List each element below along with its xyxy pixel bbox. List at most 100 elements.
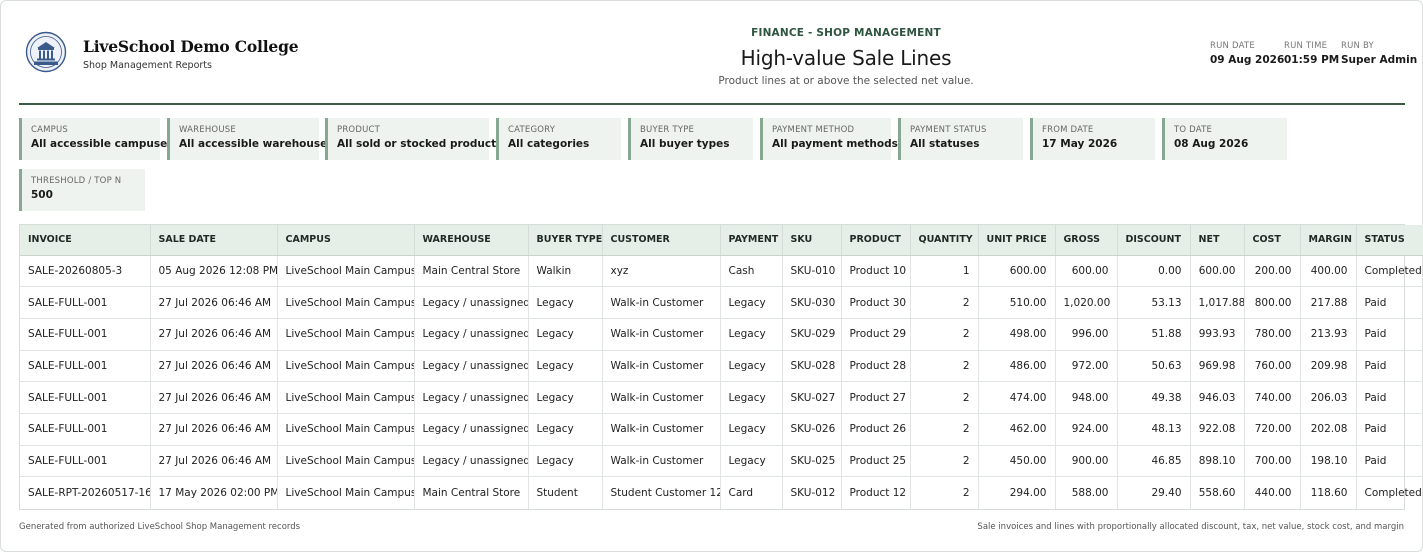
table-cell: SKU-027 <box>782 381 842 414</box>
table-cell: Legacy <box>528 318 603 351</box>
table-cell: 924.00 <box>1055 413 1118 446</box>
table-cell: Legacy <box>528 445 603 478</box>
table-cell: 49.38 <box>1117 381 1191 414</box>
filter-campus: CAMPUS All accessible campuses <box>19 118 174 160</box>
table-cell: SALE-FULL-001 <box>20 286 151 319</box>
column-header: QUANTITY <box>910 225 979 256</box>
table-cell: 51.88 <box>1117 318 1191 351</box>
filter-label: TO DATE <box>1174 125 1213 135</box>
table-row: SALE-FULL-001 27 Jul 2026 06:46 AM LiveSch… <box>20 318 1423 351</box>
table-cell: 27 Jul 2026 06:46 AM <box>150 318 278 351</box>
footer-note-left: Generated from authorized LiveSchool Sho… <box>19 522 301 532</box>
table-cell: Product 30 <box>841 286 911 319</box>
table-cell: Product 10 <box>841 255 911 288</box>
column-header: INVOICE <box>20 225 151 256</box>
table-cell: LiveSchool Main Campus <box>277 350 415 383</box>
table-cell: 400.00 <box>1300 255 1357 288</box>
table-cell: 510.00 <box>978 286 1056 319</box>
column-header: COST <box>1244 225 1301 256</box>
report-page: LiveSchool Demo College Shop Management … <box>0 0 1423 552</box>
table-row: SALE-FULL-001 27 Jul 2026 06:46 AM LiveSch… <box>20 413 1423 446</box>
filter-payment-status: PAYMENT STATUS All statuses <box>898 118 1023 160</box>
table-cell: Legacy <box>528 381 603 414</box>
table-cell: 740.00 <box>1244 381 1301 414</box>
table-cell: SALE-FULL-001 <box>20 318 151 351</box>
filter-value: All accessible warehouses <box>179 138 334 150</box>
table-cell: Product 27 <box>841 381 911 414</box>
filter-value: All buyer types <box>640 138 730 150</box>
table-cell: Card <box>720 476 783 509</box>
column-header: BUYER TYPE <box>528 225 603 256</box>
column-header: SALE DATE <box>150 225 278 256</box>
column-header: PRODUCT <box>841 225 911 256</box>
run-by-label: RUN BY <box>1341 41 1374 51</box>
filter-product: PRODUCT All sold or stocked products <box>325 118 503 160</box>
table-cell: Walk-in Customer <box>602 445 721 478</box>
table-cell: Legacy / unassigned <box>414 413 529 446</box>
table-cell: Legacy <box>720 286 783 319</box>
table-cell: SALE-FULL-001 <box>20 350 151 383</box>
filter-value: All sold or stocked products <box>337 138 503 150</box>
table-cell: Legacy / unassigned <box>414 286 529 319</box>
table-cell: 50.63 <box>1117 350 1191 383</box>
table-cell: 588.00 <box>1055 476 1118 509</box>
table-cell: SKU-012 <box>782 476 842 509</box>
table-cell: Legacy <box>720 413 783 446</box>
table-cell: Completed <box>1364 486 1422 499</box>
table-cell: 48.13 <box>1117 413 1191 446</box>
table-cell: 2 <box>910 381 979 414</box>
table-cell: Main Central Store <box>414 476 529 509</box>
sale-lines-table: INVOICE SALE DATE CAMPUS WAREHOUSE BUYER… <box>19 224 1423 510</box>
table-cell: Paid <box>1356 381 1423 414</box>
table-cell: Completed <box>1356 255 1423 288</box>
filter-label: FROM DATE <box>1042 125 1094 135</box>
filter-label: THRESHOLD / TOP N <box>31 176 122 186</box>
table-cell: Legacy / unassigned <box>414 350 529 383</box>
table-row: SALE-FULL-001 27 Jul 2026 06:46 AM LiveSch… <box>20 286 1423 319</box>
table-cell: Paid <box>1356 413 1423 446</box>
table-cell: 760.00 <box>1244 350 1301 383</box>
table-cell: Walk-in Customer <box>602 350 721 383</box>
filter-payment-method: PAYMENT METHOD All payment methods <box>760 118 898 160</box>
table-cell: 206.03 <box>1300 381 1357 414</box>
table-cell: 213.93 <box>1300 318 1357 351</box>
run-date: RUN DATE 09 Aug 2026 <box>1210 41 1284 66</box>
table-cell: Walkin <box>528 255 603 288</box>
run-by-value: Super Admin <box>1341 54 1418 66</box>
filter-category: CATEGORY All categories <box>496 118 621 160</box>
column-header: WAREHOUSE <box>414 225 529 256</box>
table-cell: 558.60 <box>1190 476 1245 509</box>
table-cell: 993.93 <box>1190 318 1245 351</box>
column-header: NET <box>1190 225 1245 256</box>
table-cell: 118.60 <box>1300 476 1357 509</box>
table-cell: SALE-20260805-3 <box>20 255 151 288</box>
column-header: MARGIN <box>1300 225 1357 256</box>
table-cell: 294.00 <box>978 476 1056 509</box>
table-cell: 780.00 <box>1244 318 1301 351</box>
table-cell: 898.10 <box>1190 445 1245 478</box>
table-cell: Legacy <box>720 381 783 414</box>
filter-label: CATEGORY <box>508 125 556 135</box>
table-cell: 05 Aug 2026 12:08 PM <box>150 255 278 288</box>
table-cell: 440.00 <box>1244 476 1301 509</box>
column-header: SKU <box>782 225 842 256</box>
table-cell: 972.00 <box>1055 350 1118 383</box>
table-cell: 0.00 <box>1117 255 1191 288</box>
table-cell: 200.00 <box>1244 255 1301 288</box>
filter-value: All statuses <box>910 138 980 150</box>
table-cell: 27 Jul 2026 06:46 AM <box>150 413 278 446</box>
table-cell: 46.85 <box>1117 445 1191 478</box>
table-cell: LiveSchool Main Campus <box>277 445 415 478</box>
table-cell: SALE-FULL-001 <box>20 445 151 478</box>
table-cell: Legacy <box>720 350 783 383</box>
filter-buyer-type: BUYER TYPE All buyer types <box>628 118 753 160</box>
table-cell: 600.00 <box>978 255 1056 288</box>
filter-label: PRODUCT <box>337 125 381 135</box>
table-cell: Legacy <box>720 318 783 351</box>
table-cell: SKU-010 <box>782 255 842 288</box>
filter-label: CAMPUS <box>31 125 69 135</box>
table-cell: 1,017.88 <box>1190 286 1245 319</box>
filter-label: BUYER TYPE <box>640 125 695 135</box>
table-cell: Legacy / unassigned <box>414 445 529 478</box>
table-row: SALE-20260805-3 05 Aug 2026 12:08 PM LiveS… <box>20 255 1423 288</box>
